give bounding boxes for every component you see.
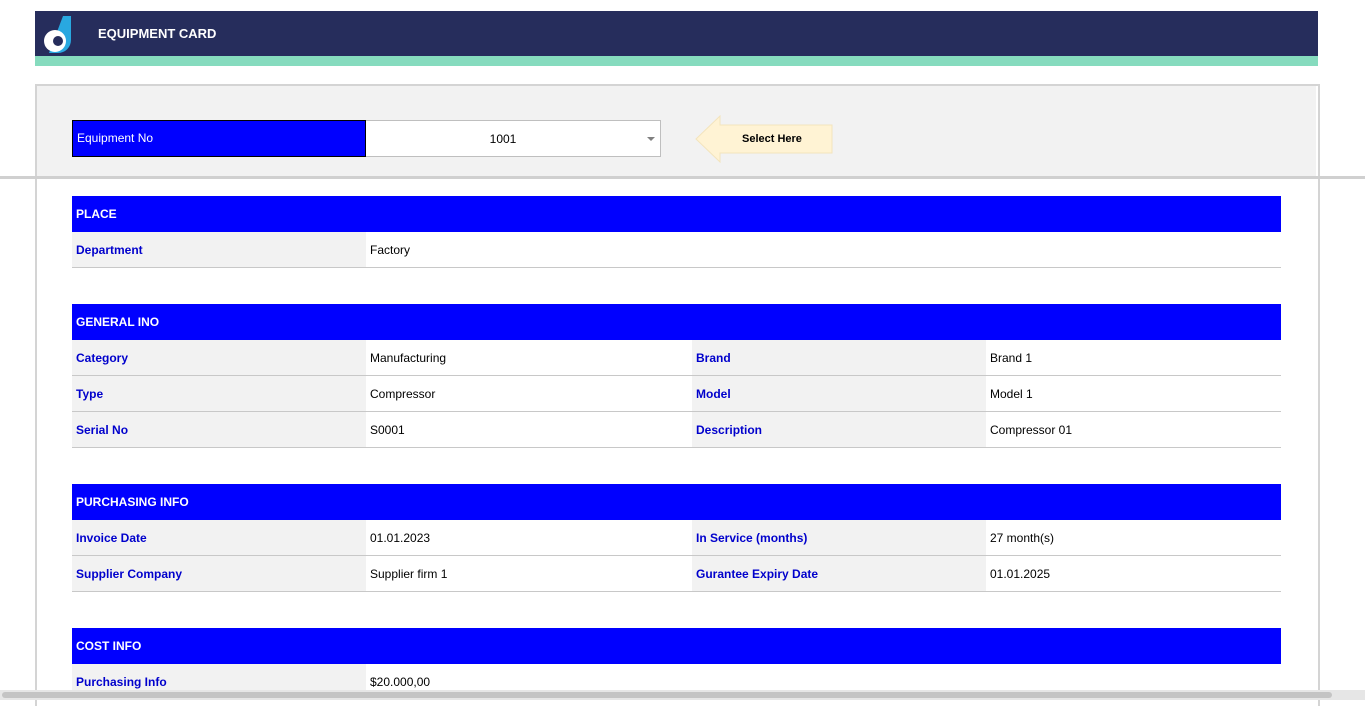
field-label: Type (72, 376, 366, 411)
field-label: Category (72, 340, 366, 375)
horizontal-scrollbar[interactable] (0, 690, 1365, 700)
brand-logo-icon (44, 16, 71, 53)
table-row: Serial No S0001 Description Compressor 0… (72, 412, 1281, 448)
scrollbar-thumb[interactable] (2, 692, 1332, 698)
field-label: In Service (months) (692, 520, 986, 555)
select-here-callout: Select Here (694, 115, 834, 163)
field-value[interactable]: Supplier firm 1 (366, 556, 692, 591)
section-header-general: GENERAL INO (72, 304, 1281, 340)
field-value[interactable]: S0001 (366, 412, 692, 447)
field-label: Department (72, 232, 366, 267)
field-value[interactable]: Brand 1 (986, 340, 1281, 375)
field-label: Serial No (72, 412, 366, 447)
section-header-purchasing: PURCHASING INFO (72, 484, 1281, 520)
field-value[interactable]: Manufacturing (366, 340, 692, 375)
field-value[interactable]: 01.01.2023 (366, 520, 692, 555)
field-value[interactable]: 27 month(s) (986, 520, 1281, 555)
field-value[interactable]: 01.01.2025 (986, 556, 1281, 591)
field-value[interactable]: Compressor 01 (986, 412, 1281, 447)
field-label: Supplier Company (72, 556, 366, 591)
table-row: Supplier Company Supplier firm 1 Gurante… (72, 556, 1281, 592)
field-label: Brand (692, 340, 986, 375)
field-label: Description (692, 412, 986, 447)
field-value[interactable]: Factory (366, 232, 692, 267)
chevron-down-icon[interactable] (647, 137, 655, 141)
field-label: Model (692, 376, 986, 411)
equipment-no-value: 1001 (489, 132, 517, 146)
table-row: Department Factory (72, 232, 1281, 268)
table-row: Category Manufacturing Brand Brand 1 (72, 340, 1281, 376)
freeze-pane-divider (0, 176, 1365, 179)
field-label: Invoice Date (72, 520, 366, 555)
equipment-no-dropdown[interactable]: 1001 (366, 120, 661, 157)
field-label: Gurantee Expiry Date (692, 556, 986, 591)
equipment-no-label: Equipment No (72, 120, 366, 157)
table-row: Type Compressor Model Model 1 (72, 376, 1281, 412)
table-row: Invoice Date 01.01.2023 In Service (mont… (72, 520, 1281, 556)
field-value[interactable]: Compressor (366, 376, 692, 411)
section-header-cost: COST INFO (72, 628, 1281, 664)
header-accent-strip (35, 56, 1318, 66)
page-title: EQUIPMENT CARD (98, 26, 217, 41)
field-value[interactable]: Model 1 (986, 376, 1281, 411)
section-header-place: PLACE (72, 196, 1281, 232)
app-header: EQUIPMENT CARD (35, 11, 1318, 56)
select-here-text: Select Here (742, 133, 802, 145)
